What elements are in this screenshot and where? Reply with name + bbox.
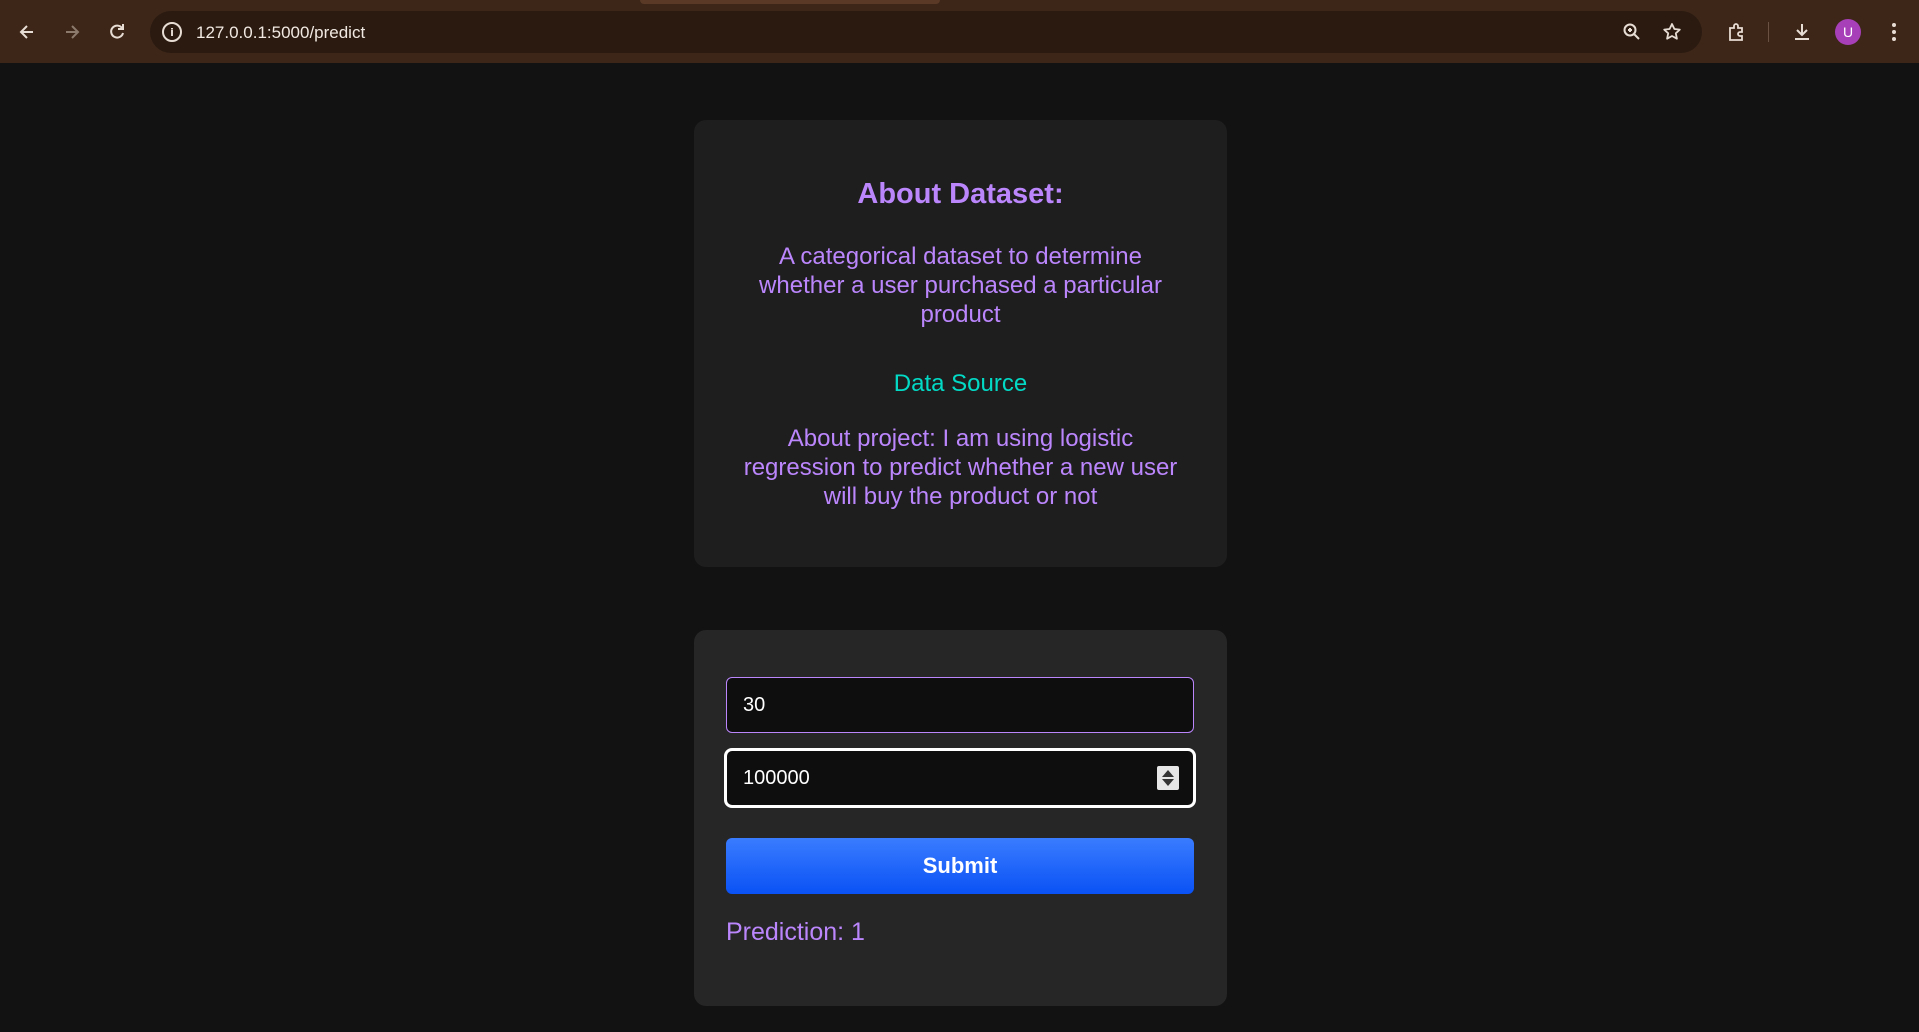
download-icon[interactable] [1786, 16, 1818, 48]
extensions-icon[interactable] [1721, 16, 1753, 48]
submit-button[interactable]: Submit [726, 838, 1194, 894]
arrow-right-icon [66, 25, 80, 39]
salary-value: 100000 [743, 766, 810, 789]
age-value: 30 [743, 693, 766, 716]
back-button[interactable] [11, 16, 43, 48]
spinner-up-icon[interactable] [1162, 770, 1174, 777]
toolbar-divider [1768, 22, 1769, 42]
spinner-down-icon[interactable] [1162, 779, 1174, 786]
about-card: About Dataset: A categorical dataset to … [694, 120, 1227, 567]
url-text[interactable]: 127.0.0.1:5000/predict [196, 23, 365, 43]
active-tab[interactable] [640, 0, 940, 4]
address-bar[interactable]: i 127.0.0.1:5000/predict [150, 11, 1702, 53]
tab-strip [0, 0, 1919, 10]
reload-icon [110, 24, 124, 39]
browser-toolbar: i 127.0.0.1:5000/predict U [0, 0, 1919, 63]
about-project: About project: I am using logistic regre… [743, 425, 1178, 510]
about-title: About Dataset: [857, 178, 1064, 210]
prediction-form-card: 30 100000 Submit Prediction: 1 [694, 630, 1227, 1006]
site-info-icon[interactable]: i [162, 22, 182, 42]
reload-button[interactable] [101, 16, 133, 48]
data-source-link[interactable]: Data Source [694, 370, 1227, 398]
number-spinner[interactable] [1157, 766, 1179, 790]
forward-button[interactable] [56, 16, 88, 48]
bookmark-star-icon[interactable] [1660, 20, 1684, 44]
prediction-result: Prediction: 1 [726, 918, 865, 946]
zoom-icon[interactable] [1620, 20, 1644, 44]
age-input[interactable]: 30 [726, 677, 1194, 733]
salary-input[interactable]: 100000 [724, 748, 1196, 808]
profile-avatar[interactable]: U [1835, 19, 1861, 45]
arrow-left-icon [19, 25, 33, 39]
menu-kebab-icon[interactable] [1878, 16, 1910, 48]
about-description: A categorical dataset to determine wheth… [759, 243, 1162, 328]
